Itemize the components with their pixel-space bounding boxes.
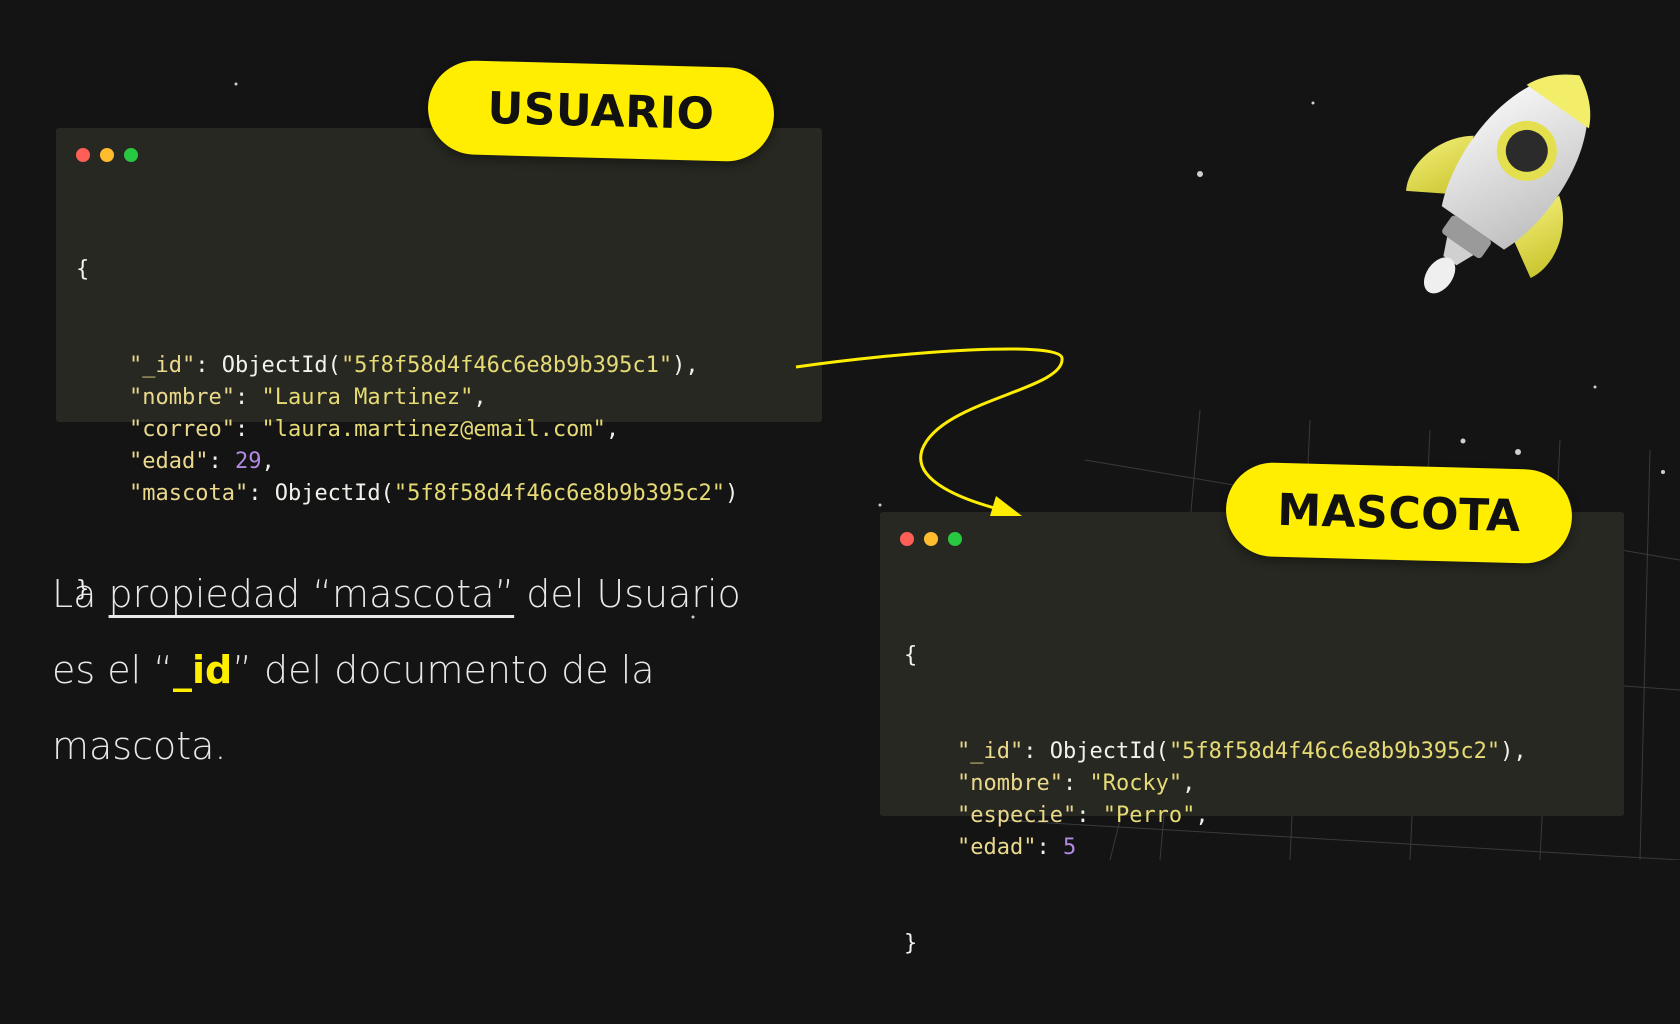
rocket-icon xyxy=(1406,74,1591,294)
caption-highlight: _id xyxy=(172,648,233,692)
close-brace: } xyxy=(904,931,918,956)
caption-part1: La xyxy=(52,572,109,616)
caption-underlined: propiedad “mascota” xyxy=(108,572,515,616)
explanation-caption: La propiedad “mascota” del Usuario es el… xyxy=(52,556,772,784)
